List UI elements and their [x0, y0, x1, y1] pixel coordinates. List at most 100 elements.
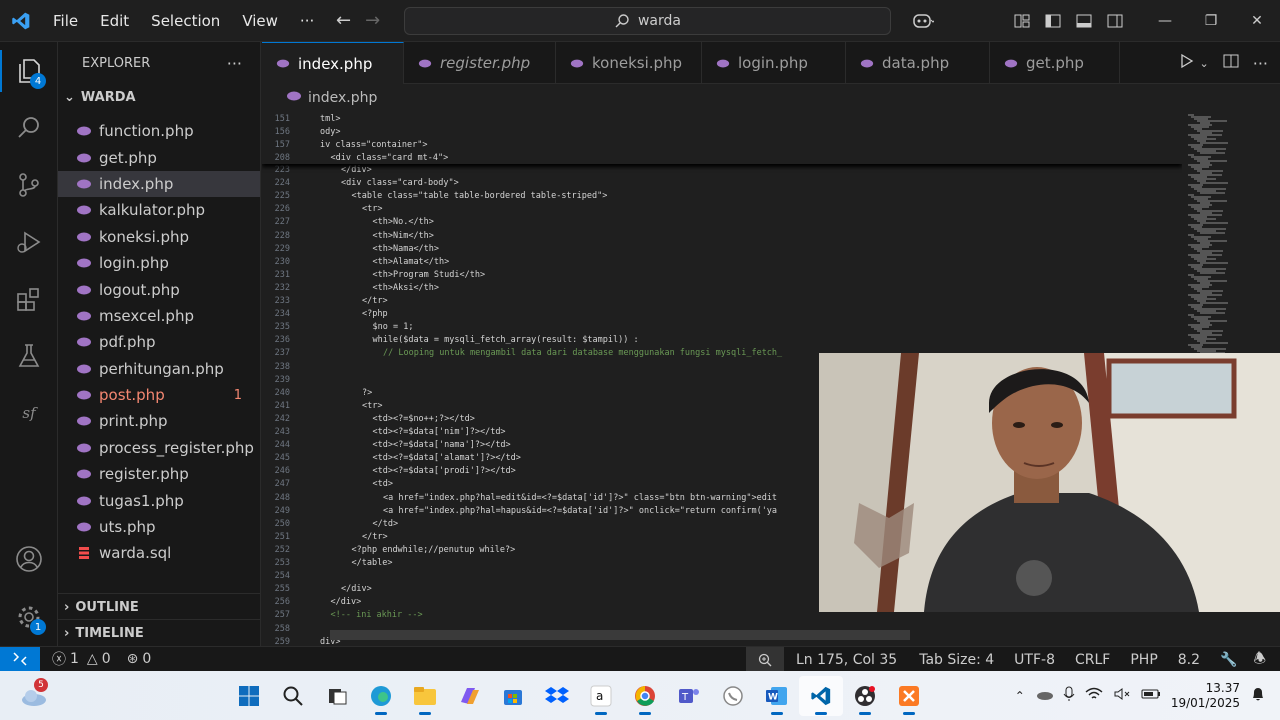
file-item[interactable]: uts.php: [58, 514, 260, 540]
more-actions-icon[interactable]: ···: [1253, 54, 1268, 73]
file-item[interactable]: index.php: [58, 170, 260, 198]
amazon-icon[interactable]: a: [579, 676, 623, 716]
weather-widget[interactable]: 5: [12, 676, 56, 716]
taskbar-search-icon[interactable]: [271, 676, 315, 716]
clock[interactable]: 13.37 19/01/2025: [1171, 681, 1240, 711]
breadcrumb-file[interactable]: index.php: [308, 90, 377, 106]
run-icon[interactable]: [1178, 53, 1194, 73]
file-item[interactable]: perhitungan.php: [58, 356, 260, 382]
remote-indicator[interactable]: [0, 646, 40, 672]
copilot-icon[interactable]: [905, 0, 941, 42]
editor-tab[interactable]: data.php: [846, 42, 990, 84]
dropbox-icon[interactable]: [535, 676, 579, 716]
testing-activity[interactable]: [0, 327, 58, 384]
code-text: </tr>: [362, 296, 388, 306]
file-item[interactable]: login.php: [58, 250, 260, 276]
toggle-panel-icon[interactable]: [1068, 0, 1099, 42]
wrench-icon[interactable]: 🔧: [1210, 647, 1247, 672]
manage-activity[interactable]: 1: [0, 588, 58, 645]
file-item[interactable]: process_register.php: [58, 435, 260, 461]
split-editor-icon[interactable]: [1223, 53, 1239, 73]
minimize-button[interactable]: —: [1142, 0, 1188, 42]
cursor-position[interactable]: Ln 175, Col 35: [784, 647, 909, 672]
back-arrow-icon[interactable]: ←: [336, 10, 351, 31]
php-version[interactable]: 8.2: [1168, 647, 1210, 672]
file-item[interactable]: kalkulator.php: [58, 197, 260, 223]
vscode-taskbar-icon[interactable]: [799, 675, 843, 716]
microphone-icon[interactable]: [1063, 686, 1075, 705]
search-activity[interactable]: [0, 99, 58, 156]
close-button[interactable]: ✕: [1234, 0, 1280, 42]
breadcrumb: index.php: [262, 84, 1280, 112]
zoom-indicator[interactable]: [745, 647, 784, 672]
word-icon[interactable]: W: [755, 676, 799, 716]
menu-file[interactable]: File: [42, 0, 89, 42]
edge-icon[interactable]: [359, 676, 403, 716]
file-item[interactable]: post.php 1: [58, 382, 260, 408]
problems-indicator[interactable]: ⓧ 1 △ 0: [40, 647, 119, 672]
file-item[interactable]: koneksi.php: [58, 224, 260, 250]
sf-extension-activity[interactable]: sf: [0, 384, 58, 441]
file-explorer-icon[interactable]: [403, 676, 447, 716]
code-text: <?php endwhile;//penutup while?>: [351, 544, 516, 555]
timeline-section[interactable]: › TIMELINE: [58, 619, 260, 646]
windows-start-icon[interactable]: [227, 676, 271, 716]
ports-indicator[interactable]: ⊛ 0: [119, 647, 160, 672]
outline-section[interactable]: › OUTLINE: [58, 593, 260, 620]
store-icon[interactable]: [491, 676, 535, 716]
maximize-button[interactable]: ❐: [1188, 0, 1234, 42]
obs-icon[interactable]: [843, 676, 887, 716]
file-item[interactable]: pdf.php: [58, 329, 260, 355]
editor-tab[interactable]: index.php: [262, 42, 404, 84]
toggle-secondary-sidebar-icon[interactable]: [1099, 0, 1130, 42]
command-center-search[interactable]: warda: [404, 7, 891, 35]
chevron-down-icon[interactable]: ⌄: [1200, 57, 1209, 70]
explorer-more-button[interactable]: ···: [227, 54, 242, 73]
volume-muted-icon[interactable]: [1113, 687, 1131, 704]
wifi-icon[interactable]: [1085, 687, 1103, 704]
whatsapp-icon[interactable]: [711, 676, 755, 716]
chrome-icon[interactable]: [623, 676, 667, 716]
folder-header-warda[interactable]: ⌄ WARDA: [58, 84, 260, 110]
run-debug-activity[interactable]: [0, 213, 58, 270]
menu-more[interactable]: ···: [289, 0, 325, 42]
notification-bell-icon[interactable]: [1250, 686, 1266, 705]
encoding[interactable]: UTF-8: [1004, 647, 1065, 672]
onedrive-icon[interactable]: [1035, 688, 1053, 703]
xampp-icon[interactable]: [887, 676, 931, 716]
accounts-activity[interactable]: [0, 530, 58, 587]
tab-label: index.php: [298, 54, 373, 73]
editor-tab[interactable]: register.php: [404, 42, 556, 84]
menu-edit[interactable]: Edit: [89, 0, 140, 42]
file-item[interactable]: get.php: [58, 144, 260, 170]
file-item[interactable]: register.php: [58, 461, 260, 487]
line-ending[interactable]: CRLF: [1065, 647, 1120, 672]
file-item[interactable]: warda.sql: [58, 540, 260, 566]
menu-selection[interactable]: Selection: [140, 0, 231, 42]
chevron-up-icon[interactable]: ⌃: [1015, 689, 1025, 703]
tab-size[interactable]: Tab Size: 4: [909, 647, 1004, 672]
menu-view[interactable]: View: [231, 0, 289, 42]
editor-tab[interactable]: login.php: [702, 42, 846, 84]
horizontal-scrollbar[interactable]: [330, 630, 910, 640]
toggle-primary-sidebar-icon[interactable]: [1037, 0, 1068, 42]
copilot-app-icon[interactable]: [447, 676, 491, 716]
editor-tab[interactable]: get.php: [990, 42, 1120, 84]
file-item[interactable]: msexcel.php: [58, 303, 260, 329]
battery-icon[interactable]: [1141, 688, 1161, 703]
task-view-icon[interactable]: [315, 676, 359, 716]
file-item[interactable]: logout.php: [58, 276, 260, 302]
file-item[interactable]: function.php: [58, 118, 260, 144]
file-item[interactable]: tugas1.php: [58, 487, 260, 513]
forward-arrow-icon[interactable]: →: [365, 10, 380, 31]
line-number: 240: [274, 387, 290, 398]
extensions-activity[interactable]: [0, 270, 58, 327]
editor-tab[interactable]: koneksi.php: [556, 42, 702, 84]
source-control-activity[interactable]: [0, 156, 58, 213]
notifications-bell-icon[interactable]: 🕭: [1247, 647, 1280, 672]
teams-icon[interactable]: T: [667, 676, 711, 716]
explorer-activity[interactable]: 4: [0, 42, 58, 99]
layout-customize-icon[interactable]: [1006, 0, 1037, 42]
file-item[interactable]: print.php: [58, 408, 260, 434]
language-mode[interactable]: PHP: [1120, 647, 1167, 672]
